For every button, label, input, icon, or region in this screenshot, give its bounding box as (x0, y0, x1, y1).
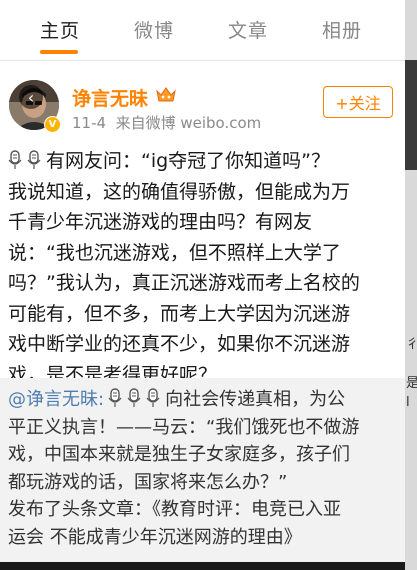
follow-button[interactable]: +关注 (323, 86, 393, 118)
post-line: 可能有，但不多，而考上大学因为沉迷游 (8, 302, 351, 325)
post-content: 有网友问：“ig夺冠了你知道吗”？ 我说知道，这的确值得骄傲，但能成为万 千青少… (8, 146, 396, 390)
microphone-icon (8, 150, 22, 169)
repost-line: 发布了头条文章：《教育时评：电竞已入亚 (8, 499, 341, 520)
microphone-icon (108, 388, 122, 407)
repost-content: @诤言无昧: 向社会传递真相，为公 平正义执言！——马云：“我们饿死也不做游 戏… (8, 386, 400, 551)
repost-block[interactable]: @诤言无昧: 向社会传递真相，为公 平正义执言！——马云：“我们饿死也不做游 戏… (0, 378, 405, 570)
tab-weibo[interactable]: 微博 (134, 16, 174, 43)
bottom-edge-bar (0, 562, 405, 570)
repost-text: 向社会传递真相，为公 (165, 389, 346, 410)
adjacent-screen-edge: 彳 是 l (405, 0, 417, 570)
post-line: 戏中断学业的还真不少，如果你不沉迷游 (8, 333, 351, 355)
post-line: 我说知道，这的确值得骄傲，但能成为万 (8, 180, 351, 203)
repost-line: 平正义执言！——马云：“我们饿死也不做游 (8, 416, 360, 438)
active-tab-indicator (40, 50, 78, 54)
post-line: 说：“我也沉迷游戏，但不照样上大学了 (8, 241, 341, 264)
repost-line: 运会 不能成青少年沉迷网游的理由》 (8, 526, 302, 548)
profile-tabs: 主页 微博 文章 相册 (0, 0, 405, 61)
post-line: 有网友问：“ig夺冠了你知道吗”？ (8, 146, 396, 177)
author-name[interactable]: 诤言无昧 (72, 84, 148, 111)
post-meta: 11-4 来自微博 weibo.com (72, 112, 261, 133)
post-text: 有网友问：“ig夺冠了你知道吗”？ (46, 150, 331, 172)
verified-badge-icon: V (44, 116, 61, 133)
post-line: 吗？”我认为，真正沉迷游戏而考上名校的 (8, 272, 360, 294)
adjacent-image-fragment (405, 60, 417, 170)
back-arrow-icon[interactable]: ‹ (19, 85, 43, 109)
post-line: 千青少年沉迷游戏的理由吗？有网友 (8, 211, 313, 233)
post-date: 11-4 (72, 114, 107, 132)
author-mention-link[interactable]: @诤言无昧: (8, 389, 104, 410)
tab-articles[interactable]: 文章 (228, 16, 268, 43)
microphone-icon (27, 150, 41, 169)
repost-line: @诤言无昧: 向社会传递真相，为公 (8, 386, 400, 414)
repost-line: 戏，中国本来就是独生子女家庭多，孩子们 (8, 444, 350, 465)
adjacent-text-fragment: l (406, 395, 410, 410)
adjacent-text-fragment: 彳 (406, 337, 417, 352)
tab-albums[interactable]: 相册 (322, 16, 362, 43)
microphone-icon (146, 388, 160, 407)
tab-home[interactable]: 主页 (40, 16, 80, 43)
microphone-icon (127, 388, 141, 407)
adjacent-text-fragment: 是 (406, 376, 417, 391)
post-source[interactable]: 来自微博 weibo.com (116, 114, 262, 132)
repost-line: 都玩游戏的话，国家将来怎么办？” (8, 471, 288, 493)
vip-crown-icon (156, 87, 176, 102)
